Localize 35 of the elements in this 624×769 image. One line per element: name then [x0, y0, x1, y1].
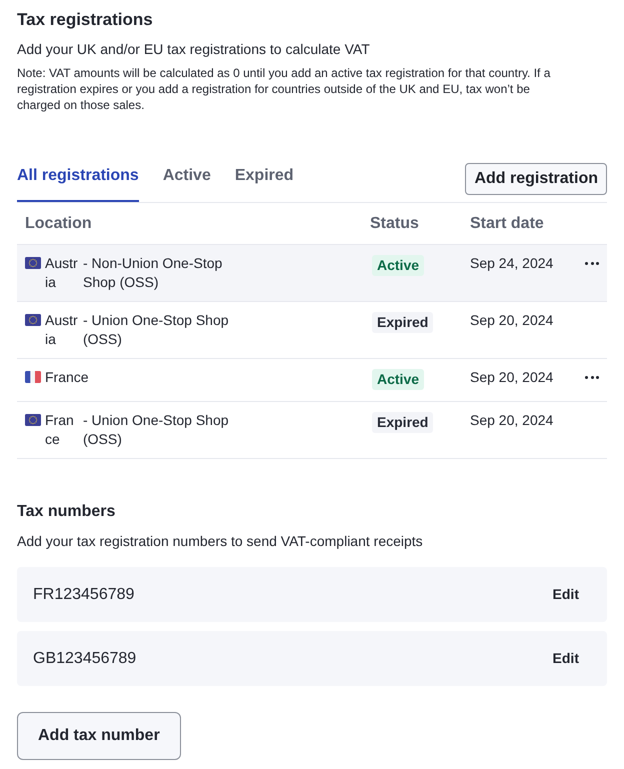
add-registration-button[interactable]: Add registration	[465, 163, 607, 195]
column-header: Start date	[469, 214, 545, 234]
start-date: Sep 20, 2024	[470, 311, 554, 330]
section-title: Tax registrations	[17, 9, 154, 31]
status-badge: Expired	[372, 312, 434, 333]
tax-number: GB123456789	[33, 648, 136, 668]
section-title: Tax numbers	[17, 502, 116, 522]
start-date: Sep 20, 2024	[470, 368, 554, 387]
section-subtitle: Add your tax registration numbers to send VAT-compliant receipts	[17, 532, 424, 551]
tab[interactable]: All registrations	[17, 160, 139, 202]
table-row[interactable]: Austria - Non-Union One-Stop Shop (OSS) Active Sep 24, 2024	[17, 245, 607, 302]
start-date: Sep 24, 2024	[470, 254, 554, 273]
note-text: Note: VAT amounts will be calculated as 0 until you add an active tax registration for that country. If a registration expires or you add a registration for countries outside of the UK and EU, tax won’t be charged on those sales.	[17, 65, 552, 113]
country-name: Austria	[45, 254, 79, 292]
section-subtitle: Add your UK and/or EU tax registrations to calculate VAT	[17, 40, 371, 59]
registration-scheme: - Union One-Stop Shop (OSS)	[83, 411, 230, 449]
status-badge: Active	[372, 369, 424, 390]
more-icon[interactable]	[585, 262, 599, 265]
column-header: Status	[369, 214, 420, 234]
country-name: Austria	[45, 311, 79, 349]
start-date: Sep 20, 2024	[470, 411, 554, 430]
add-tax-number-button[interactable]: Add tax number	[17, 712, 181, 760]
edit-button[interactable]: Edit	[552, 648, 579, 669]
edit-button[interactable]: Edit	[552, 584, 579, 605]
country-name: France	[45, 411, 75, 449]
tax-number: FR123456789	[33, 584, 134, 604]
tab[interactable]: Active	[162, 160, 211, 202]
status-badge: Active	[372, 255, 424, 276]
registration-scheme: - Non-Union One-Stop Shop (OSS)	[83, 254, 224, 292]
column-header: Location	[24, 214, 93, 234]
registration-scheme: - Union One-Stop Shop (OSS)	[83, 311, 230, 349]
tab[interactable]: Expired	[234, 160, 294, 202]
more-icon[interactable]	[585, 376, 599, 379]
country-name: France	[45, 368, 89, 387]
status-badge: Expired	[372, 412, 434, 433]
